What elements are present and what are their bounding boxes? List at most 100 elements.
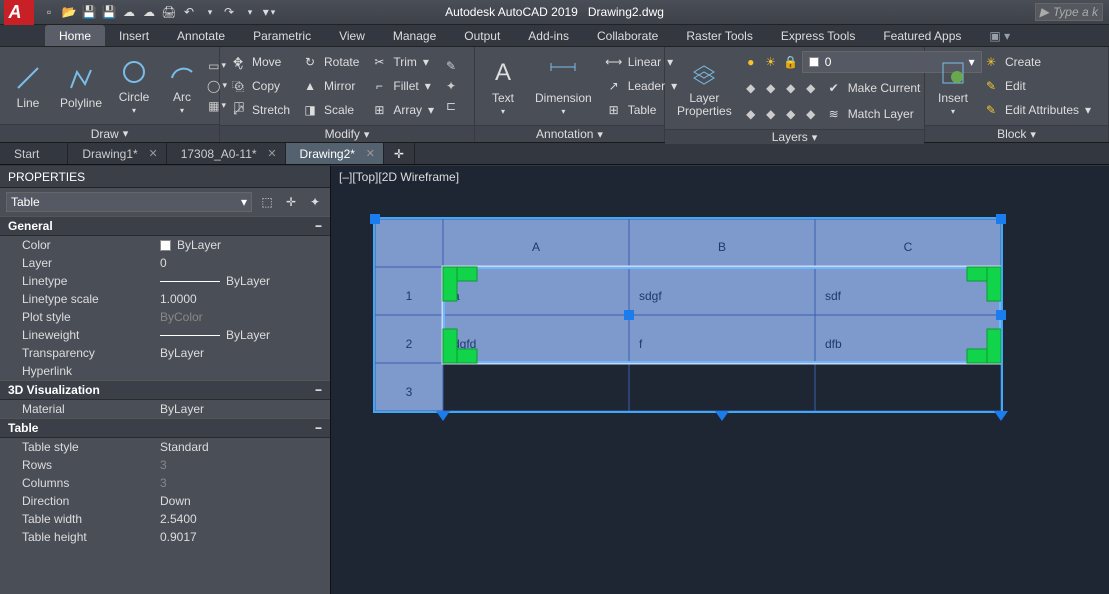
- li2[interactable]: ◆: [762, 79, 780, 97]
- li7[interactable]: ◆: [782, 105, 800, 123]
- prop-row[interactable]: ColorByLayer: [0, 236, 330, 254]
- mirror-button[interactable]: ▲Mirror: [298, 75, 363, 97]
- prop-row[interactable]: Linetype scale1.0000: [0, 290, 330, 308]
- close-icon[interactable]: ✕: [366, 147, 375, 160]
- ribbon-tab-annotate[interactable]: Annotate: [163, 25, 239, 46]
- doc-tab[interactable]: Start: [0, 143, 68, 164]
- doc-tab[interactable]: Drawing2*✕: [286, 143, 384, 164]
- block-panel-title[interactable]: Block ▾: [925, 125, 1108, 142]
- fillet-button[interactable]: ⌐Fillet ▾: [367, 75, 438, 97]
- prop-row[interactable]: Layer0: [0, 254, 330, 272]
- li3[interactable]: ◆: [782, 79, 800, 97]
- prop-row[interactable]: TransparencyByLayer: [0, 344, 330, 362]
- open-icon[interactable]: 📂: [60, 3, 78, 21]
- arc-button[interactable]: Arc▾: [160, 54, 204, 117]
- prop-row[interactable]: Table styleStandard: [0, 438, 330, 456]
- object-type-select[interactable]: Table▾: [6, 192, 252, 212]
- offset-icon[interactable]: ⊏: [442, 97, 460, 115]
- text-button[interactable]: AText▾: [481, 55, 525, 118]
- doc-tab[interactable]: 17308_A0-11*✕: [167, 143, 286, 164]
- insert-button[interactable]: Insert▾: [931, 55, 975, 118]
- redo-icon[interactable]: ↷: [220, 3, 238, 21]
- cloud-save-icon[interactable]: ☁: [140, 3, 158, 21]
- li5[interactable]: ◆: [742, 105, 760, 123]
- prop-row[interactable]: LineweightByLayer: [0, 326, 330, 344]
- prop-row[interactable]: Table width2.5400: [0, 510, 330, 528]
- scale-button[interactable]: ◨Scale: [298, 99, 363, 121]
- prop-group-header[interactable]: General−: [0, 216, 330, 236]
- dimension-button[interactable]: Dimension▾: [529, 55, 598, 118]
- redo-dropdown[interactable]: [240, 3, 258, 21]
- saveas-icon[interactable]: 💾: [100, 3, 118, 21]
- ribbon-tab-collaborate[interactable]: Collaborate: [583, 25, 672, 46]
- rotate-button[interactable]: ↻Rotate: [298, 51, 363, 73]
- prop-group-header[interactable]: Table−: [0, 418, 330, 438]
- ribbon-tab-output[interactable]: Output: [450, 25, 514, 46]
- explode-icon[interactable]: ✦: [442, 77, 460, 95]
- make-current-button[interactable]: ✔Make Current: [822, 77, 925, 99]
- trim-button[interactable]: ✂Trim ▾: [367, 51, 438, 73]
- ribbon-expand-icon[interactable]: ▣ ▾: [975, 25, 1024, 46]
- layer-properties-button[interactable]: Layer Properties: [671, 56, 738, 120]
- polyline-button[interactable]: Polyline: [54, 60, 108, 112]
- undo-icon[interactable]: ↶: [180, 3, 198, 21]
- prop-row[interactable]: Rows3: [0, 456, 330, 474]
- erase-icon[interactable]: ✎: [442, 57, 460, 75]
- layers-panel-title[interactable]: Layers ▾: [665, 129, 924, 144]
- doc-tab[interactable]: Drawing1*✕: [68, 143, 166, 164]
- toggle-pickadd-icon[interactable]: ⬚: [258, 193, 276, 211]
- viewport-label[interactable]: [–][Top][2D Wireframe]: [339, 170, 459, 184]
- modify-panel-title[interactable]: Modify ▾: [220, 125, 474, 142]
- qat-more-icon[interactable]: ▾: [260, 3, 278, 21]
- prop-row[interactable]: DirectionDown: [0, 492, 330, 510]
- edit-button[interactable]: ✎Edit: [979, 75, 1095, 97]
- circle-button[interactable]: Circle▾: [112, 54, 156, 117]
- edit-attributes-button[interactable]: ✎Edit Attributes ▾: [979, 99, 1095, 121]
- close-icon[interactable]: ✕: [267, 147, 276, 160]
- li4[interactable]: ◆: [802, 79, 820, 97]
- app-logo[interactable]: A: [4, 0, 34, 25]
- li8[interactable]: ◆: [802, 105, 820, 123]
- annotation-panel-title[interactable]: Annotation ▾: [475, 125, 664, 142]
- layer-lock-icon[interactable]: 🔒: [782, 53, 800, 71]
- plot-icon[interactable]: 🖨: [160, 3, 178, 21]
- prop-row[interactable]: Plot styleByColor: [0, 308, 330, 326]
- search-box[interactable]: ▶Type a k: [1035, 3, 1103, 21]
- save-icon[interactable]: 💾: [80, 3, 98, 21]
- layer-freeze-icon[interactable]: ☀: [762, 53, 780, 71]
- prop-row[interactable]: Hyperlink: [0, 362, 330, 380]
- copy-button[interactable]: ⿻Copy: [226, 75, 294, 97]
- stretch-button[interactable]: ⤢Stretch: [226, 99, 294, 121]
- close-icon[interactable]: ✕: [148, 147, 157, 160]
- prop-row[interactable]: Columns3: [0, 474, 330, 492]
- ribbon-tab-home[interactable]: Home: [45, 25, 105, 46]
- quick-select-icon[interactable]: ✦: [306, 193, 324, 211]
- cloud-open-icon[interactable]: ☁: [120, 3, 138, 21]
- move-button[interactable]: ✥Move: [226, 51, 294, 73]
- draw-panel-title[interactable]: Draw ▾: [0, 124, 219, 142]
- ribbon-tab-raster-tools[interactable]: Raster Tools: [672, 25, 766, 46]
- new-icon[interactable]: ▫: [40, 3, 58, 21]
- drawing-canvas[interactable]: [–][Top][2D Wireframe] ABC123asdgfsdfdgf…: [331, 166, 1109, 594]
- prop-row[interactable]: Table height0.9017: [0, 528, 330, 546]
- ribbon-tab-view[interactable]: View: [325, 25, 379, 46]
- prop-group-header[interactable]: 3D Visualization−: [0, 380, 330, 400]
- match-layer-button[interactable]: ≋Match Layer: [822, 103, 918, 125]
- ribbon-tab-manage[interactable]: Manage: [379, 25, 450, 46]
- li1[interactable]: ◆: [742, 79, 760, 97]
- add-tab-button[interactable]: ✛: [384, 143, 415, 164]
- line-button[interactable]: Line: [6, 60, 50, 112]
- li6[interactable]: ◆: [762, 105, 780, 123]
- undo-dropdown[interactable]: [200, 3, 218, 21]
- ribbon-tab-parametric[interactable]: Parametric: [239, 25, 325, 46]
- ribbon-tab-express-tools[interactable]: Express Tools: [767, 25, 869, 46]
- ribbon-tab-add-ins[interactable]: Add-ins: [514, 25, 583, 46]
- layer-off-icon[interactable]: ●: [742, 53, 760, 71]
- cad-table[interactable]: ABC123asdgfsdfdgfdfdfb: [375, 219, 1075, 522]
- array-button[interactable]: ⊞Array ▾: [367, 99, 438, 121]
- select-objects-icon[interactable]: ✛: [282, 193, 300, 211]
- ribbon-tab-insert[interactable]: Insert: [105, 25, 163, 46]
- prop-row[interactable]: MaterialByLayer: [0, 400, 330, 418]
- prop-row[interactable]: LinetypeByLayer: [0, 272, 330, 290]
- ribbon-tab-featured-apps[interactable]: Featured Apps: [869, 25, 975, 46]
